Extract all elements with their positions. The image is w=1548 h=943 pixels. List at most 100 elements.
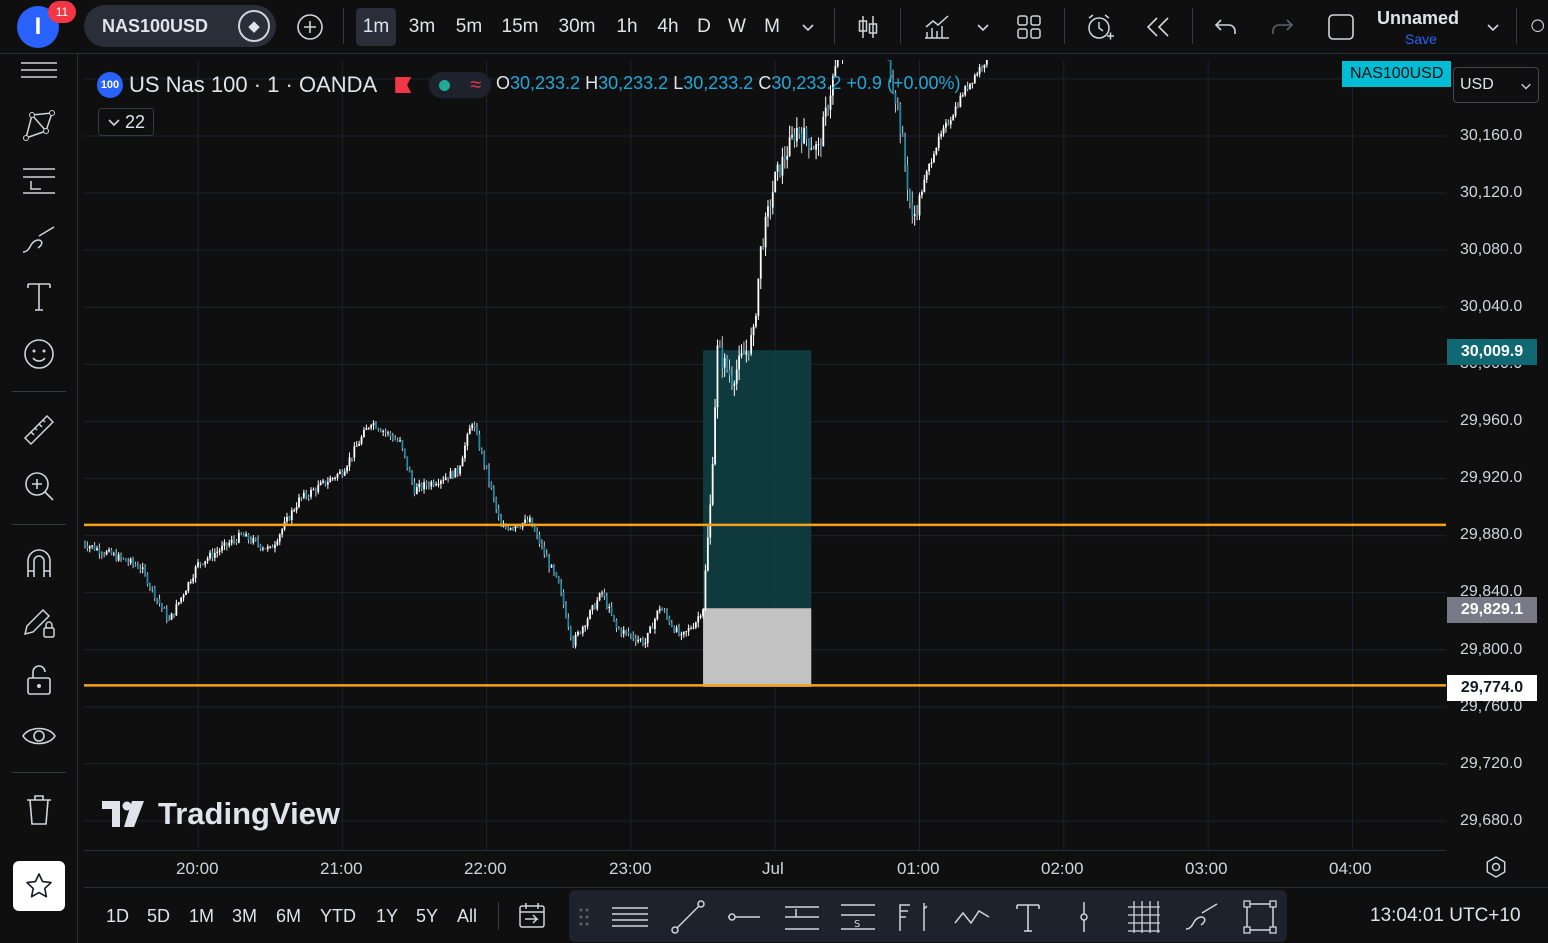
favorites-button[interactable]: [13, 861, 65, 911]
candle-body: [954, 106, 957, 116]
timeframe-dropdown[interactable]: [796, 8, 820, 46]
short-position-tool[interactable]: S: [839, 898, 877, 936]
exchange-clock[interactable]: 13:04:01 UTC+10: [1370, 905, 1521, 927]
range-6m[interactable]: 6M: [276, 906, 301, 927]
magnet-tool[interactable]: [19, 544, 59, 584]
currency-select[interactable]: USD: [1453, 67, 1539, 103]
candle-body: [370, 425, 373, 428]
divider: [1516, 8, 1517, 44]
candle-body: [358, 443, 361, 446]
range-ytd[interactable]: YTD: [320, 906, 356, 927]
timeframe-1m[interactable]: 1m: [356, 8, 396, 46]
time-axis[interactable]: 20:00 21:00 22:00 23:00 Jul 01:00 02:00 …: [84, 850, 1446, 886]
text-tool[interactable]: [19, 276, 59, 316]
path-tool[interactable]: [953, 898, 991, 936]
range-5d[interactable]: 5D: [147, 906, 170, 927]
alert-button[interactable]: [1080, 8, 1120, 46]
candle-body: [483, 452, 486, 466]
range-1d[interactable]: 1D: [106, 906, 129, 927]
candle-body: [533, 526, 536, 531]
market-status-pill[interactable]: ≈: [429, 72, 492, 98]
layout-dropdown[interactable]: [1482, 8, 1504, 46]
candle-body: [613, 614, 615, 621]
crosshair-tool[interactable]: [19, 54, 59, 86]
timeframe-5m[interactable]: 5m: [450, 8, 488, 46]
timeframe-1h[interactable]: 1h: [610, 8, 644, 46]
gann-square-tool[interactable]: [1125, 898, 1163, 936]
redo-button[interactable]: [1264, 8, 1300, 46]
measure-tool[interactable]: [19, 410, 59, 450]
timeframe-4h[interactable]: 4h: [651, 8, 685, 46]
lock-drawing-tool[interactable]: [19, 602, 59, 642]
remove-drawings-tool[interactable]: [19, 790, 59, 830]
timeframe-15m[interactable]: 15m: [497, 8, 543, 46]
range-1y[interactable]: 1Y: [376, 906, 398, 927]
candle-body: [375, 422, 377, 429]
candle-body: [694, 622, 697, 628]
undo-button[interactable]: [1208, 8, 1244, 46]
price-label: 30,040.0: [1460, 298, 1523, 315]
price-label: 29,720.0: [1460, 755, 1523, 772]
candle-body: [271, 546, 274, 549]
timeframe-d[interactable]: D: [692, 8, 716, 46]
candle-body: [973, 75, 976, 83]
pattern-tool[interactable]: [19, 106, 59, 146]
candle-body: [528, 517, 531, 522]
indicators-toggle[interactable]: 22: [98, 108, 154, 136]
candle-body: [596, 600, 599, 609]
chart-pane[interactable]: [84, 60, 1446, 850]
fib-tool[interactable]: [19, 162, 59, 202]
text-drawing-tool[interactable]: [1009, 898, 1047, 936]
indicators-button[interactable]: [918, 8, 956, 46]
candlestick-icon: [858, 16, 878, 38]
horizontal-line-tool[interactable]: [725, 898, 763, 936]
layout-button[interactable]: [1010, 8, 1048, 46]
diamond-icon[interactable]: ◆: [238, 10, 270, 42]
range-3m[interactable]: 3M: [232, 906, 257, 927]
brush-tool[interactable]: [19, 220, 59, 260]
trend-line-tool[interactable]: [669, 898, 707, 936]
compare-symbol-button[interactable]: [292, 8, 328, 46]
price-range-tool[interactable]: [895, 898, 933, 936]
brush-drawing-tool[interactable]: [1183, 898, 1221, 936]
layout-name[interactable]: Unnamed: [1377, 8, 1459, 29]
price-chart[interactable]: [84, 60, 1446, 850]
vertical-line-tool[interactable]: [1065, 898, 1103, 936]
rectangle-tool[interactable]: [1241, 898, 1279, 936]
range-1m[interactable]: 1M: [189, 906, 214, 927]
timeframe-m[interactable]: M: [758, 8, 786, 46]
lock-all-tool[interactable]: [19, 660, 59, 700]
symbol-search-button[interactable]: NAS100USD ◆: [84, 5, 276, 47]
timeframe-w[interactable]: W: [723, 8, 751, 46]
timeframe-30m[interactable]: 30m: [553, 8, 601, 46]
horizontal-ray-tool[interactable]: [611, 898, 649, 936]
indicators-dropdown[interactable]: [972, 8, 994, 46]
smiley-icon: [24, 339, 54, 369]
range-all[interactable]: All: [457, 906, 477, 927]
candle-body: [928, 164, 931, 172]
layout-select-button[interactable]: [1322, 8, 1360, 46]
candle-body: [752, 326, 755, 336]
plus-circle-icon: [297, 14, 323, 40]
legend-title[interactable]: US Nas 100 · 1 · OANDA: [129, 72, 377, 98]
candle-style-button[interactable]: [850, 8, 886, 46]
range-5y[interactable]: 5Y: [416, 906, 438, 927]
save-button[interactable]: Save: [1405, 31, 1437, 47]
timeframe-3m[interactable]: 3m: [403, 8, 441, 46]
hide-drawings-tool[interactable]: [19, 716, 59, 756]
candle-body: [326, 482, 329, 485]
zoom-tool[interactable]: [19, 466, 59, 506]
ruler-icon: [23, 414, 55, 446]
drag-handle[interactable]: [571, 898, 597, 936]
search-button[interactable]: [1530, 8, 1548, 46]
candle-body: [204, 561, 207, 565]
chart-settings-button[interactable]: [1482, 853, 1510, 881]
price-scale[interactable]: 30,160.0 30,120.0 30,080.0 30,040.0 30,0…: [1446, 54, 1548, 850]
go-to-date-button[interactable]: [514, 900, 550, 932]
flag-icon[interactable]: [395, 77, 412, 93]
replay-button[interactable]: [1140, 8, 1176, 46]
candle-body: [747, 350, 750, 354]
long-position-tool[interactable]: [783, 898, 821, 936]
candle-body: [293, 510, 296, 512]
emoji-tool[interactable]: [19, 334, 59, 374]
